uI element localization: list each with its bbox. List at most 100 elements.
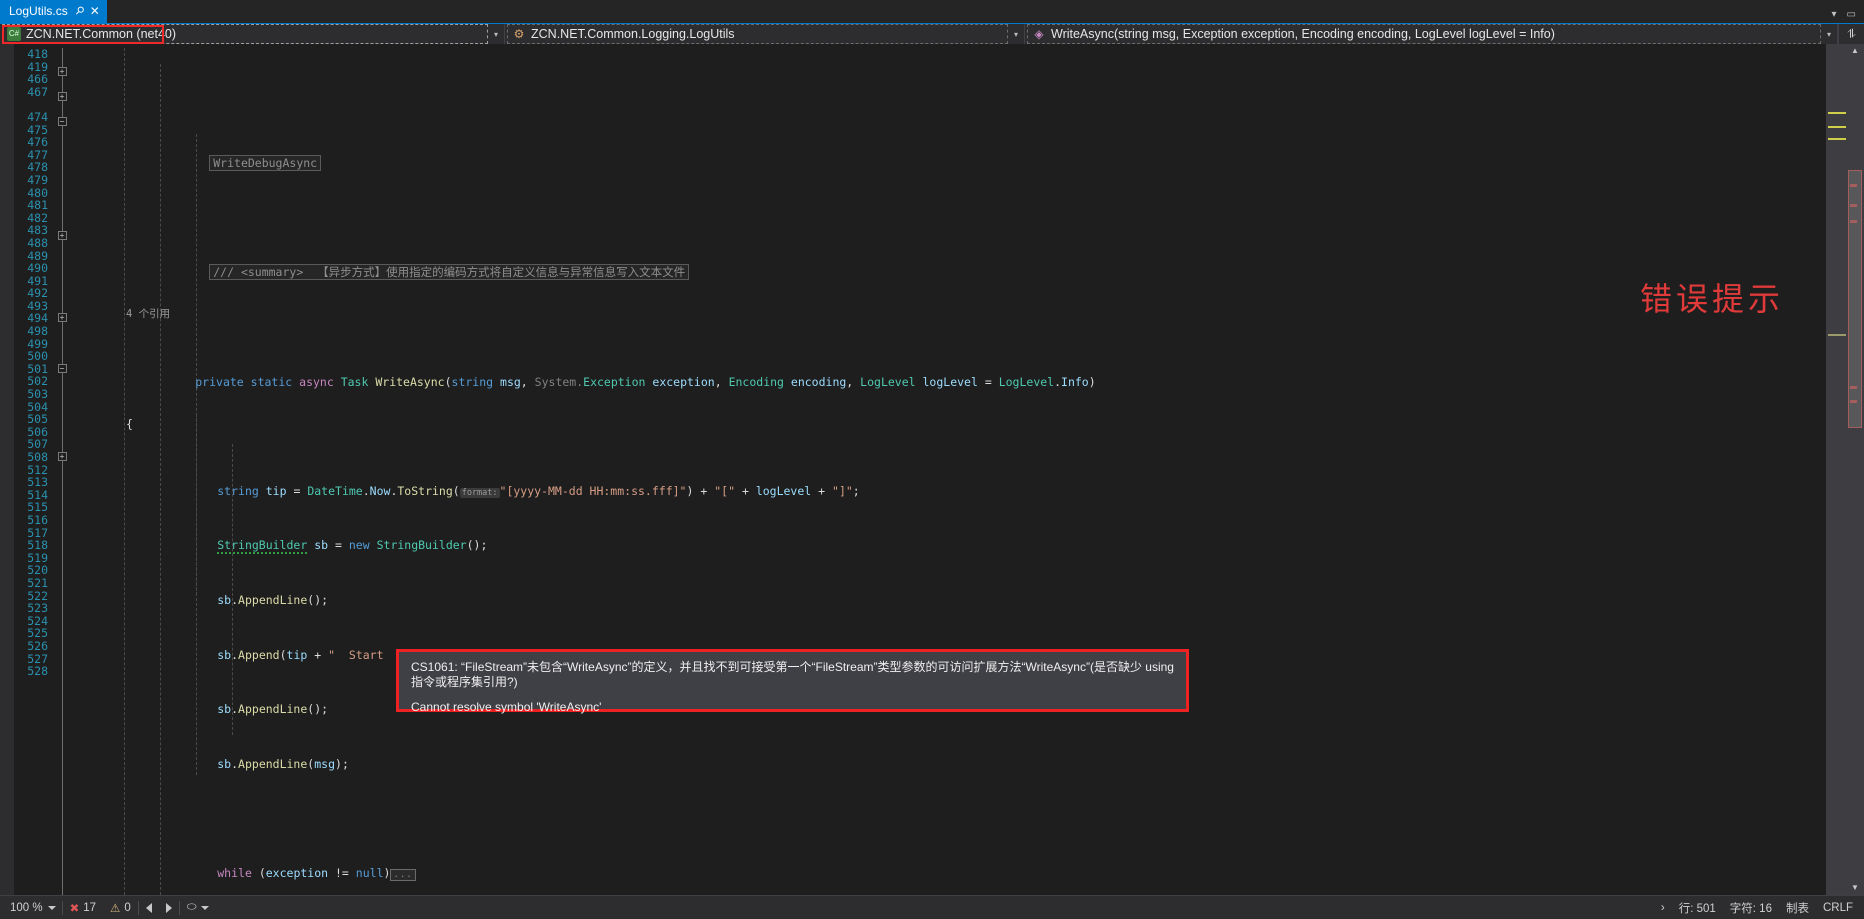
member-label: WriteAsync(string msg, Exception excepti… — [1051, 27, 1555, 41]
warning-count-item[interactable]: ⚠ 0 — [103, 901, 138, 915]
expand-region-icon[interactable]: + — [57, 92, 67, 101]
line-number: 492 — [27, 286, 48, 301]
line-number: 523 — [27, 601, 48, 616]
code-line[interactable] — [82, 199, 1826, 212]
member-dropdown[interactable]: ◈ WriteAsync(string msg, Exception excep… — [1025, 24, 1838, 44]
line-number: 505 — [27, 412, 48, 427]
scroll-down-icon[interactable]: ▼ — [1848, 881, 1862, 895]
line-number: 490 — [27, 261, 48, 276]
line-number: 500 — [27, 349, 48, 364]
line-number: 418 — [27, 47, 48, 61]
close-icon[interactable]: ✕ — [90, 0, 100, 23]
zoom-level-label: 100 % — [10, 901, 43, 914]
line-number: 481 — [27, 198, 48, 213]
pin-icon[interactable]: ⚲ — [68, 1, 90, 23]
line-number: 518 — [27, 538, 48, 553]
xmldoc-collapsed-label[interactable]: /// <summary> 【异步方式】使用指定的编码方式将自定义信息与异常信息… — [209, 264, 690, 281]
code-line[interactable]: string tip = DateTime.Now.ToString(forma… — [82, 472, 1826, 498]
error-icon: ✖ — [69, 902, 80, 915]
code-line[interactable] — [82, 800, 1826, 813]
collapse-region-icon[interactable]: − — [57, 117, 67, 126]
code-line-xmldoc[interactable]: /// <summary> 【异步方式】使用指定的编码方式将自定义信息与异常信息… — [82, 254, 1826, 281]
code-line[interactable]: sb.AppendLine(); — [82, 581, 1826, 607]
code-line[interactable]: sb.AppendLine(msg); — [82, 745, 1826, 770]
chevron-right-icon: › — [1660, 901, 1665, 914]
collapsed-block-ellipsis[interactable]: ... — [390, 868, 416, 881]
error-tooltip[interactable]: CS1061: “FileStream”未包含“WriteAsync”的定义，并… — [396, 649, 1189, 714]
encoding-indicator: 制表 — [1785, 902, 1809, 915]
chevron-down-icon[interactable] — [47, 905, 56, 910]
warning-count: 0 — [124, 901, 131, 914]
codelens-references[interactable]: 4 个引用 — [82, 308, 1826, 321]
arrow-left-icon[interactable] — [145, 902, 152, 913]
document-tab-strip: LogUtils.cs ⚲ ✕ ▾ ▭ — [0, 0, 1864, 23]
outlining-margin[interactable]: + + − + + − + — [54, 44, 72, 895]
code-line-method-signature[interactable]: private static async Task WriteAsync(str… — [82, 363, 1826, 388]
project-dropdown[interactable]: C# ZCN.NET.Common (net40) ▾ — [0, 24, 505, 44]
status-bar-right: › 行: 501 字符: 16 制表 CRLF — [1654, 900, 1860, 916]
arrow-right-icon[interactable] — [165, 902, 172, 913]
code-line[interactable] — [82, 90, 1826, 103]
code-editor: 418 419 466 467 474 475 476 477 478 479 … — [0, 44, 1864, 895]
line-number: 516 — [27, 512, 48, 527]
chevron-down-icon[interactable]: ▾ — [1008, 30, 1024, 39]
zoom-control[interactable]: 100 % — [4, 902, 62, 914]
code-line[interactable]: { — [82, 417, 1826, 431]
tab-label: LogUtils.cs — [9, 4, 68, 18]
line-number: 476 — [27, 135, 48, 150]
line-number: 498 — [27, 324, 48, 339]
navigate-backward-button[interactable] — [139, 902, 159, 913]
expand-region-icon[interactable]: + — [57, 231, 67, 240]
restore-window-icon[interactable]: ▭ — [1847, 9, 1856, 20]
caret-position-marker — [1828, 138, 1846, 140]
code-line[interactable]: sb.Append(tip + " Start " + Separator); — [82, 636, 1826, 661]
vertical-scrollbar[interactable]: ▲ ▼ — [1826, 44, 1864, 895]
class-icon: ⚙ — [513, 27, 525, 41]
expand-region-icon[interactable]: + — [57, 67, 67, 76]
status-bar: 100 % ✖ 17 ⚠ 0 ⬭ › 行: 501 字符: 16 制表 CRLF — [0, 895, 1864, 919]
scroll-up-icon[interactable]: ▲ — [1848, 44, 1862, 58]
code-line-collapsed-while[interactable]: while (exception != null)... — [82, 854, 1826, 881]
navigate-forward-button[interactable] — [159, 902, 179, 913]
code-line-collapsed-region[interactable]: WriteDebugAsync — [82, 145, 1826, 172]
type-label: ZCN.NET.Common.Logging.LogUtils — [531, 27, 735, 41]
code-text-area[interactable]: WriteDebugAsync /// <summary> 【异步方式】使用指定… — [72, 44, 1826, 895]
bookmark-icon[interactable]: ⬭ — [187, 901, 197, 914]
chevron-down-icon[interactable]: ▾ — [488, 30, 504, 39]
line-indicator: 行: 501 — [1678, 902, 1716, 915]
caret-position-marker — [1828, 334, 1846, 336]
document-tab-logutils[interactable]: LogUtils.cs ⚲ ✕ — [0, 0, 107, 23]
caret-position-marker — [1828, 112, 1846, 114]
line-number: 513 — [27, 475, 48, 490]
column-indicator: 字符: 16 — [1729, 902, 1772, 915]
line-number: 526 — [27, 638, 48, 653]
collapsed-region-label[interactable]: WriteDebugAsync — [209, 155, 322, 172]
split-view-icon[interactable]: ⥮ — [1838, 24, 1864, 44]
error-count-item[interactable]: ✖ 17 — [63, 901, 103, 915]
bookmark-button[interactable]: ⬭ — [180, 901, 216, 914]
method-icon: ◈ — [1034, 27, 1044, 41]
tab-strip-controls: ▾ ▭ — [1832, 9, 1864, 23]
line-number: 508 — [27, 450, 48, 464]
line-number-gutter: 418 419 466 467 474 475 476 477 478 479 … — [14, 44, 54, 895]
caret-position-marker — [1828, 126, 1846, 128]
more-icon-item[interactable]: › — [1654, 902, 1672, 914]
chevron-down-icon[interactable]: ▾ — [1821, 30, 1837, 39]
expand-region-icon[interactable]: + — [57, 313, 67, 322]
editor-indicator-margin[interactable] — [0, 44, 14, 895]
expand-region-icon[interactable]: + — [57, 452, 67, 461]
chevron-down-icon[interactable] — [200, 905, 209, 910]
chevron-down-icon[interactable]: ▾ — [1832, 9, 1837, 20]
line-number: 474 — [27, 109, 48, 124]
visual-studio-window: LogUtils.cs ⚲ ✕ ▾ ▭ C# ZCN.NET.Common (n… — [0, 0, 1864, 919]
error-tooltip-line1: CS1061: “FileStream”未包含“WriteAsync”的定义，并… — [411, 660, 1174, 689]
line-number: 467 — [27, 84, 48, 99]
navigation-bar: C# ZCN.NET.Common (net40) ▾ ⚙ ZCN.NET.Co… — [0, 23, 1864, 44]
type-dropdown[interactable]: ⚙ ZCN.NET.Common.Logging.LogUtils ▾ — [505, 24, 1025, 44]
scrollbar-thumb[interactable] — [1848, 170, 1862, 428]
line-number: 488 — [27, 235, 48, 250]
line-number: 503 — [27, 387, 48, 402]
line-number: 479 — [27, 172, 48, 187]
code-line[interactable]: StringBuilder sb = new StringBuilder(); — [82, 527, 1826, 555]
collapse-region-icon[interactable]: − — [57, 364, 67, 373]
